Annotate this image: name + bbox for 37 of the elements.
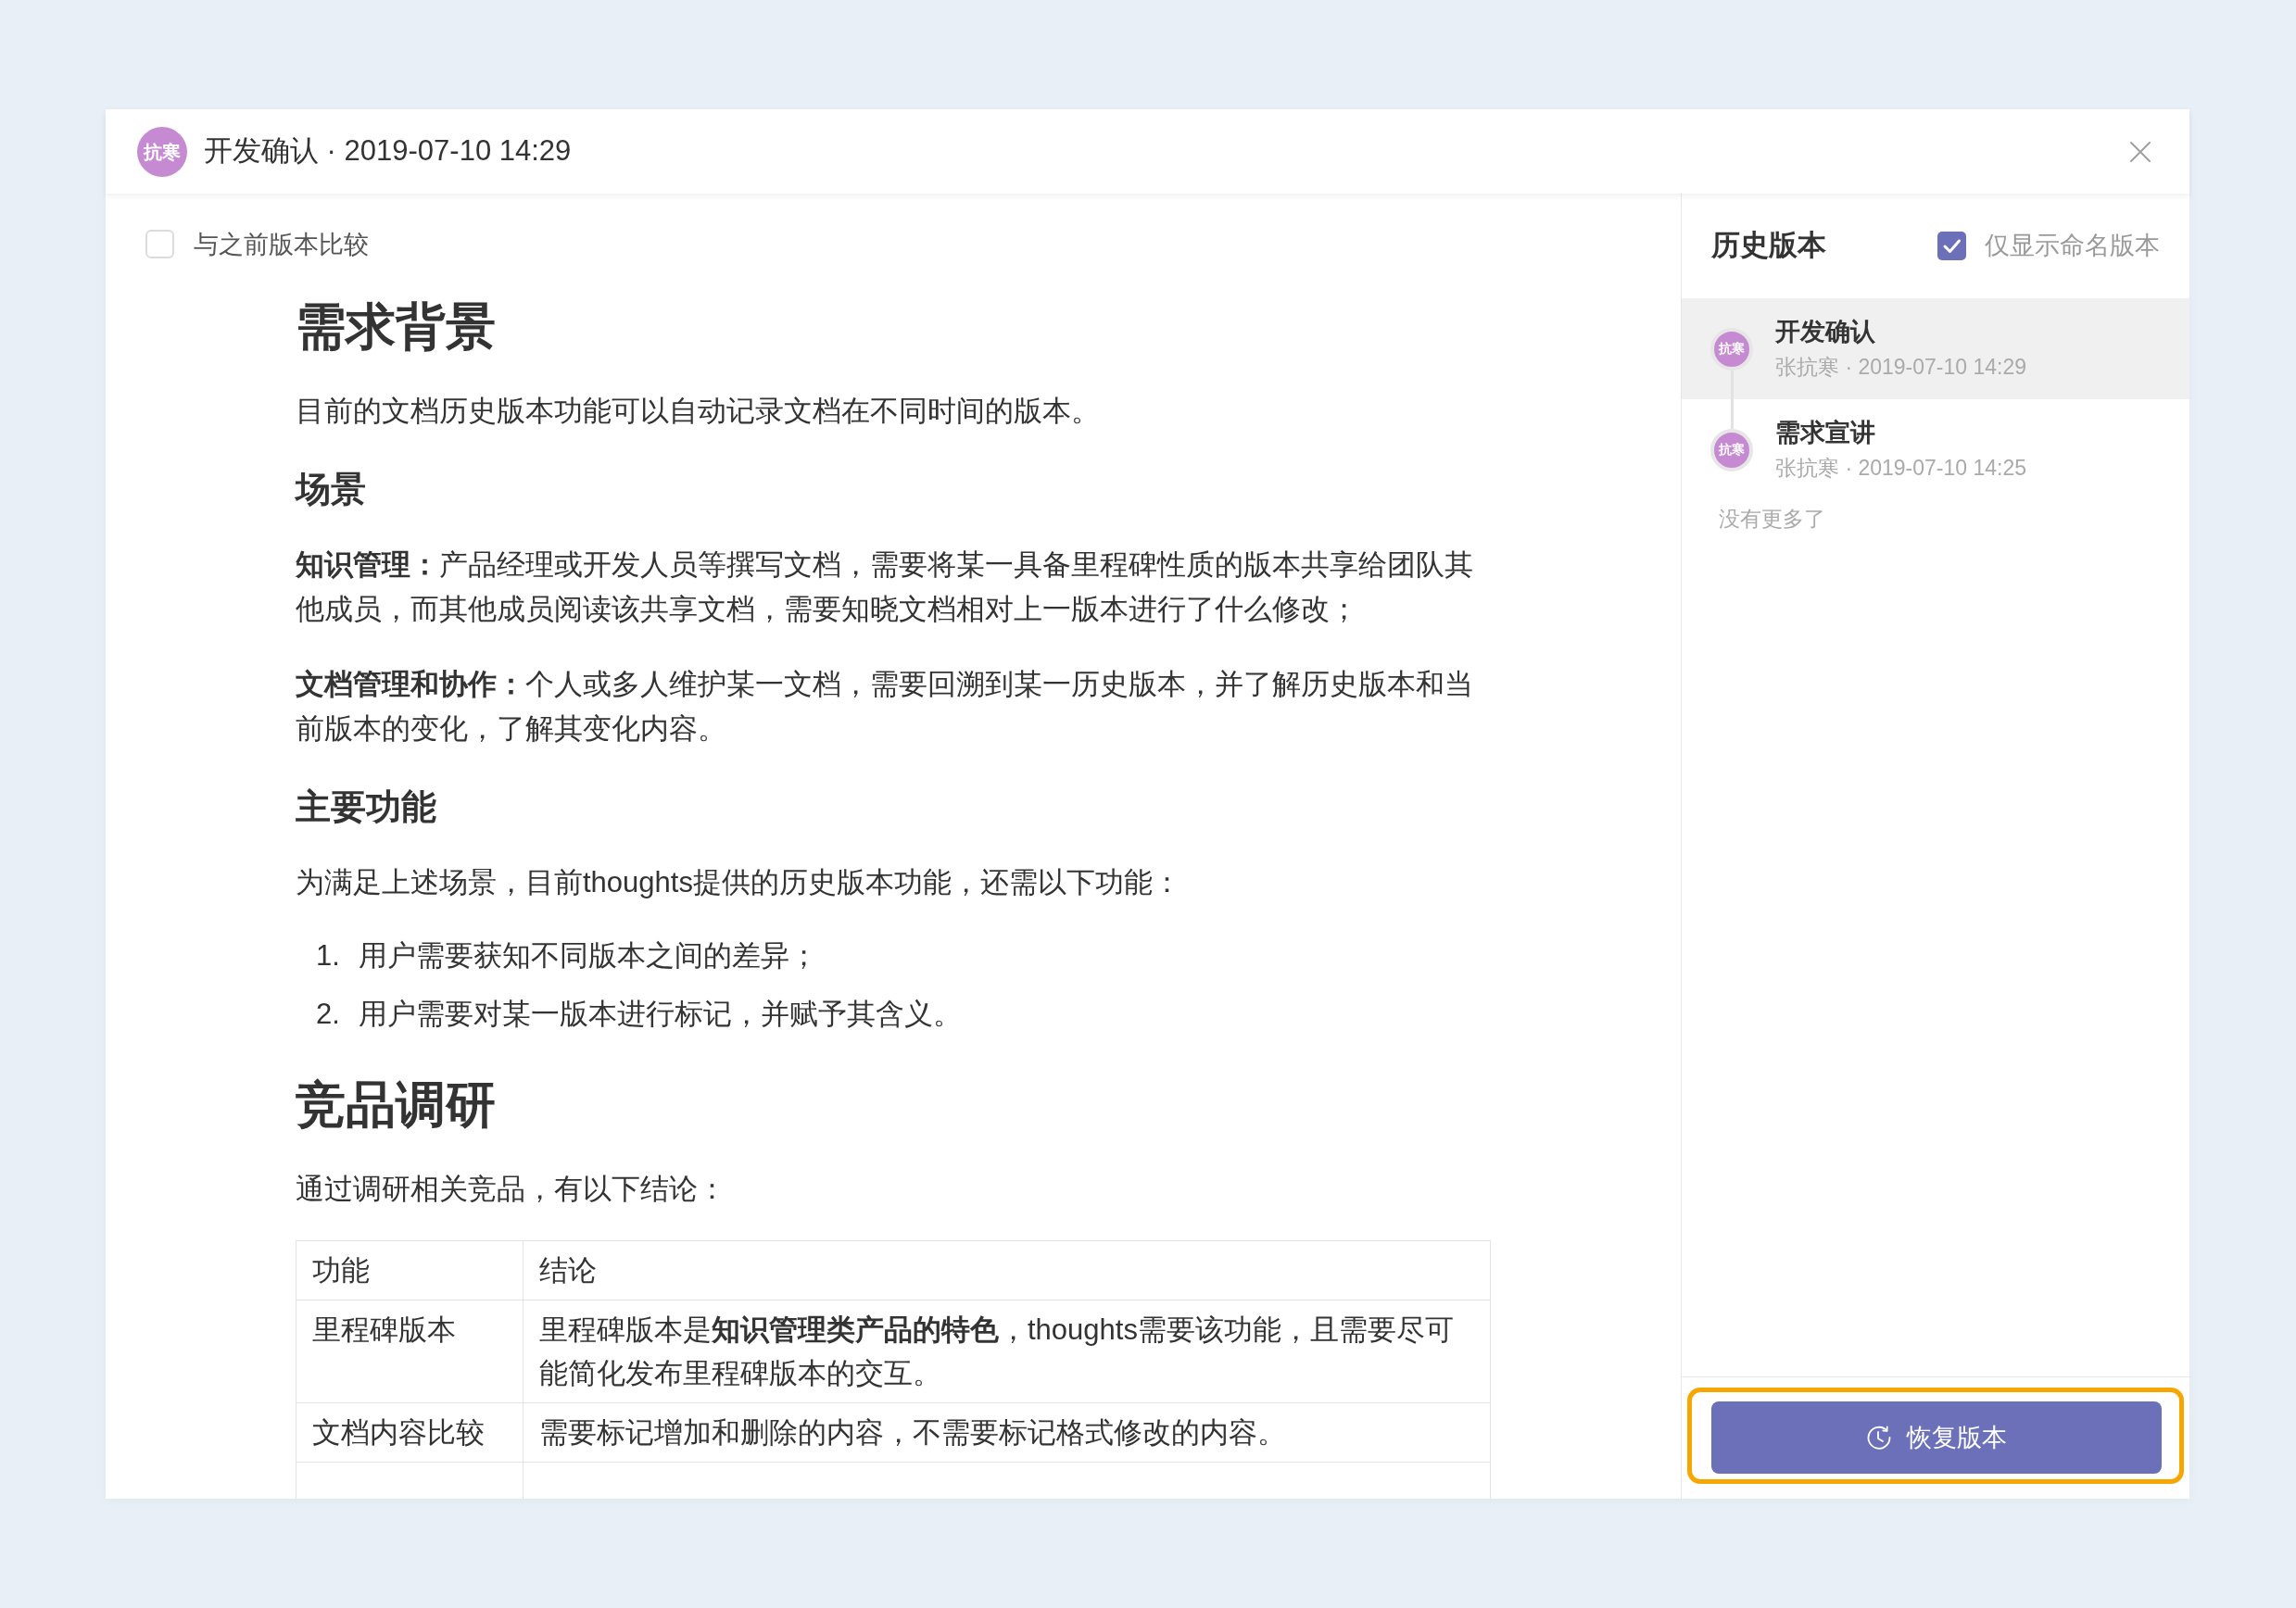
section-heading: 需求背景 <box>296 297 496 356</box>
panel-title: 历史版本 <box>1711 228 1826 264</box>
list-number: 1. <box>316 939 340 972</box>
subsection-heading: 场景 <box>296 469 366 510</box>
end-of-list-note: 没有更多了 <box>1719 507 1825 531</box>
list-number: 2. <box>316 998 340 1030</box>
section-heading: 竞品调研 <box>296 1075 496 1134</box>
paragraph: 知识管理：产品经理或开发人员等撰写文档，需要将某一具备里程碑性质的版本共享给团队其他成员，而其他成员阅读该共享文档，需要知晓文档相对上一版本进行了什么修改； <box>296 547 1474 627</box>
checkbox[interactable] <box>145 230 174 258</box>
user-avatar: 抗寒 <box>1710 327 1753 371</box>
paragraph: 文档管理和协作：个人或多人维护某一文档，需要回溯到某一历史版本，并了解历史版本和当前版本的变化，了解其变化内容。 <box>296 667 1474 747</box>
table-cell: 里程碑版本 <box>296 1300 524 1403</box>
history-icon <box>1866 1425 1892 1451</box>
version-name: 开发确认 <box>1775 316 1876 347</box>
close-icon[interactable] <box>2130 141 2151 162</box>
version-item[interactable]: 抗寒 开发确认 张抗寒 · 2019-07-10 14:29 <box>1682 298 2189 399</box>
table-cell: 里程碑版本是知识管理类产品的特色，thoughts需要该功能，且需要尽可能简化发布里程碑版本的交互。 <box>523 1300 1491 1403</box>
table-header-cell: 功能 <box>296 1240 524 1300</box>
paragraph: 通过调研相关竞品，有以下结论： <box>296 1172 727 1207</box>
table-header-cell: 结论 <box>523 1240 1491 1300</box>
version-name: 需求宣讲 <box>1775 417 1876 448</box>
restore-version-button[interactable]: 恢复版本 <box>1711 1401 2162 1474</box>
list-item-text: 用户需要获知不同版本之间的差异； <box>359 938 818 974</box>
list-item-text: 用户需要对某一版本进行标记，并赋予其含义。 <box>359 997 962 1032</box>
table-cell: 需要标记增加和删除的内容，不需要标记格式修改的内容。 <box>523 1402 1491 1463</box>
user-avatar: 抗寒 <box>1710 428 1753 471</box>
version-meta: 张抗寒 · 2019-07-10 14:29 <box>1775 353 2027 381</box>
checkbox-label: 仅显示命名版本 <box>1985 231 2160 262</box>
version-meta: 张抗寒 · 2019-07-10 14:25 <box>1775 454 2027 482</box>
paragraph: 目前的文档历史版本功能可以自动记录文档在不同时间的版本。 <box>296 394 1101 429</box>
checkbox-label: 与之前版本比较 <box>194 230 369 258</box>
subsection-heading: 主要功能 <box>296 786 436 828</box>
dialog-title: 开发确认 · 2019-07-10 14:29 <box>204 133 572 170</box>
paragraph: 为满足上述场景，目前thoughts提供的历史版本功能，还需以下功能： <box>296 865 1182 900</box>
table-cell: 文档内容比较 <box>296 1402 524 1463</box>
user-avatar: 抗寒 <box>137 126 187 177</box>
checkbox[interactable] <box>1937 232 1966 260</box>
